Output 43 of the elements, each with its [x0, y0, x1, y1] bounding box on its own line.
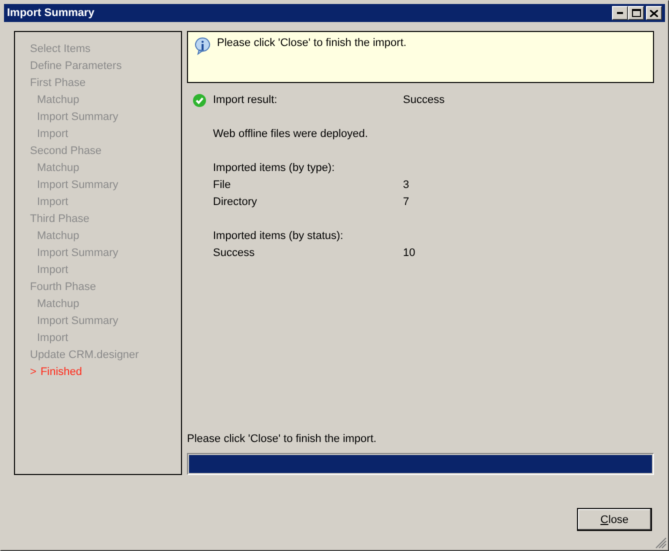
wizard-step: Update CRM.designer: [30, 347, 139, 364]
maximize-icon: [632, 9, 640, 17]
item-name: Directory: [213, 195, 258, 210]
wizard-step: Matchup: [37, 228, 80, 245]
result-value: Success: [403, 93, 445, 108]
item-count: 7: [403, 195, 410, 210]
wizard-step: Import Summary: [37, 245, 118, 262]
close-button[interactable]: [646, 6, 662, 20]
wizard-step: > Finished: [30, 364, 82, 381]
wizard-step: Import Summary: [37, 313, 118, 330]
wizard-step: Third Phase: [30, 211, 90, 228]
close-button[interactable]: Close: [577, 508, 652, 531]
item-count: 3: [403, 178, 410, 193]
group-heading: Imported items (by status):: [213, 229, 344, 244]
info-icon: [194, 37, 211, 55]
minimize-icon: [617, 12, 623, 14]
wizard-step: Matchup: [37, 160, 80, 177]
result-label: Import result:: [213, 93, 278, 108]
item-name: Success: [213, 246, 256, 261]
group-heading: Imported items (by type):: [213, 161, 335, 176]
deploy-note: Web offline files were deployed.: [213, 127, 368, 142]
wizard-step: Import: [37, 194, 68, 211]
wizard-step: Import Summary: [37, 109, 118, 126]
wizard-step: Import: [37, 330, 68, 347]
wizard-step: Define Parameters: [30, 58, 122, 75]
wizard-step: Second Phase: [30, 143, 102, 160]
item-count: 10: [403, 246, 416, 261]
resize-grip-icon[interactable]: [655, 537, 667, 549]
wizard-step: Import: [37, 262, 68, 279]
minimize-button[interactable]: [612, 6, 628, 20]
wizard-step: First Phase: [30, 75, 86, 92]
wizard-step: Select Items: [30, 41, 91, 58]
wizard-step: Import: [37, 126, 68, 143]
wizard-step: Import Summary: [37, 177, 118, 194]
wizard-step: Matchup: [37, 92, 80, 109]
wizard-step: Fourth Phase: [30, 279, 96, 296]
status-message: Please click 'Close' to finish the import.: [187, 433, 376, 445]
wizard-step: Matchup: [37, 296, 80, 313]
maximize-button[interactable]: [628, 6, 644, 20]
item-name: File: [213, 178, 232, 193]
window-title: Import Summary: [7, 7, 96, 19]
info-message: Please click 'Close' to finish the import.: [217, 37, 406, 49]
close-icon: [650, 10, 658, 16]
